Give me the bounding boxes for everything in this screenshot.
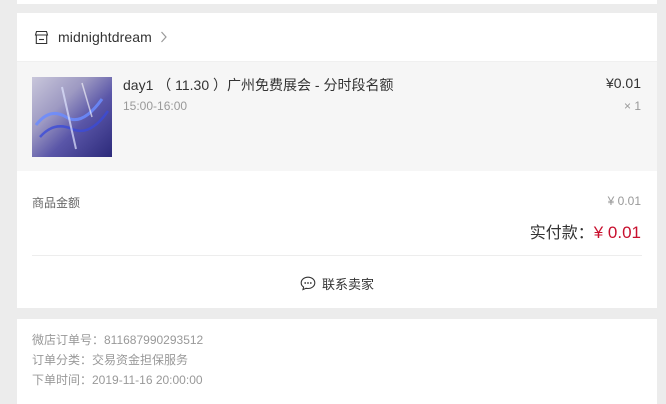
store-icon (34, 30, 49, 45)
chat-bubble-icon (300, 276, 316, 291)
chevron-right-icon (160, 30, 168, 44)
paid-amount-row: 实付款： ¥ 0.01 (530, 219, 641, 243)
item-quantity: × 1 (623, 99, 641, 113)
shop-name[interactable]: midnightdream (58, 29, 152, 45)
contact-seller-button[interactable]: 联系卖家 (17, 271, 657, 295)
previous-section-bottom (17, 0, 657, 4)
order-detail-page: midnightdream day1 （ 11.30 ）广州免费展会 - 分时段… (0, 0, 666, 404)
contact-seller-label[interactable]: 联系卖家 (322, 274, 374, 293)
paid-label: 实付款： (529, 225, 594, 242)
paid-amount: ¥ 0.01 (593, 223, 641, 242)
product-thumbnail[interactable] (32, 77, 112, 157)
divider (32, 255, 642, 256)
goods-amount-value: ¥ 0.01 (607, 194, 641, 208)
goods-amount-label: 商品金额 (32, 196, 81, 210)
shop-header[interactable]: midnightdream (17, 13, 657, 62)
item-title: day1 （ 11.30 ）广州免费展会 - 分时段名额 (123, 77, 394, 93)
order-number: 微店订单号：811687990293512 (32, 333, 204, 347)
order-category: 订单分类：交易资金担保服务 (32, 353, 189, 367)
item-time-slot: 15:00-16:00 (123, 99, 188, 113)
payment-summary: 商品金额 ¥ 0.01 实付款： ¥ 0.01 (17, 171, 657, 257)
order-item[interactable]: day1 （ 11.30 ）广州免费展会 - 分时段名额 15:00-16:00… (17, 62, 657, 171)
order-time: 下单时间：2019-11-16 20:00:00 (32, 373, 203, 387)
item-price: ¥0.01 (605, 75, 641, 91)
order-card: midnightdream day1 （ 11.30 ）广州免费展会 - 分时段… (17, 13, 657, 308)
order-info-card: 微店订单号：811687990293512 订单分类：交易资金担保服务 下单时间… (17, 319, 657, 404)
